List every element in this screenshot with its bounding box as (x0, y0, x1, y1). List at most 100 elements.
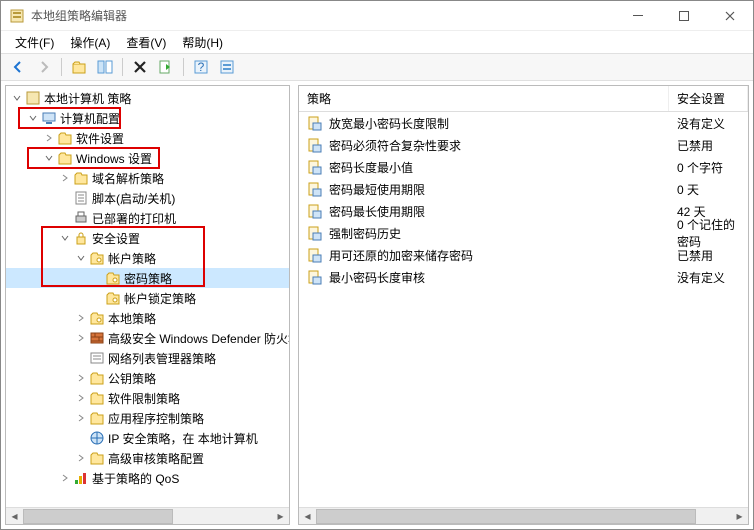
policy-icon (307, 269, 323, 285)
chevron-down-icon[interactable] (10, 91, 24, 105)
tree-printers[interactable]: 已部署的打印机 (6, 208, 289, 228)
minimize-button[interactable] (615, 1, 661, 31)
list-row[interactable]: 强制密码历史0 个记住的密码 (299, 222, 748, 244)
window-title: 本地组策略编辑器 (31, 7, 615, 24)
tree-label: 脚本(启动/关机) (92, 190, 285, 207)
folderkey-icon (105, 270, 121, 286)
policy-value: 已禁用 (669, 137, 748, 154)
tree-scripts[interactable]: 脚本(启动/关机) (6, 188, 289, 208)
policy-name: 密码必须符合复杂性要求 (329, 137, 461, 154)
chevron-right-icon[interactable] (74, 391, 88, 405)
list-hscrollbar[interactable]: ◂▸ (299, 507, 748, 524)
tree-label: 已部署的打印机 (92, 210, 285, 227)
tree-security-settings[interactable]: 安全设置 (6, 228, 289, 248)
col-setting[interactable]: 安全设置 (669, 86, 748, 111)
menu-view[interactable]: 查看(V) (118, 32, 174, 53)
policy-value: 0 个记住的密码 (669, 216, 748, 250)
tree-dns-policy[interactable]: 域名解析策略 (6, 168, 289, 188)
tree-srp[interactable]: 软件限制策略 (6, 388, 289, 408)
body: 本地计算机 策略计算机配置软件设置Windows 设置域名解析策略脚本(启动/关… (1, 81, 753, 529)
tree-local-policies[interactable]: 本地策略 (6, 308, 289, 328)
chevron-down-icon[interactable] (42, 151, 56, 165)
tree-windows-settings[interactable]: Windows 设置 (6, 148, 289, 168)
folderkey-icon (105, 290, 121, 306)
tree-qos[interactable]: 基于策略的 QoS (6, 468, 289, 488)
tree-label: 应用程序控制策略 (108, 410, 285, 427)
list-row[interactable]: 密码长度最小值0 个字符 (299, 156, 748, 178)
tree-label: 软件限制策略 (108, 390, 285, 407)
tree-label: 安全设置 (92, 230, 285, 247)
list-row[interactable]: 密码必须符合复杂性要求 已禁用 (299, 134, 748, 156)
policy-value: 没有定义 (669, 269, 748, 286)
toolbar-separator (183, 58, 184, 76)
chevron-right-icon[interactable] (74, 331, 88, 345)
folder-icon (73, 170, 89, 186)
chevron-right-icon[interactable] (58, 471, 72, 485)
list-body: 放宽最小密码长度限制没有定义密码必须符合复杂性要求 已禁用密码长度最小值0 个字符… (299, 112, 748, 507)
help-button[interactable] (216, 56, 238, 78)
tree-ipsec[interactable]: IP 安全策略，在 本地计算机 (6, 428, 289, 448)
app-window: 本地组策略编辑器 文件(F) 操作(A) 查看(V) 帮助(H) ? 本地计算机… (0, 0, 754, 530)
tree-audit[interactable]: 高级审核策略配置 (6, 448, 289, 468)
export-button[interactable] (155, 56, 177, 78)
tree-firewall[interactable]: 高级安全 Windows Defender 防火墙 (6, 328, 289, 348)
tree-hscrollbar[interactable]: ◂▸ (6, 507, 289, 524)
root-icon (25, 90, 41, 106)
policy-name: 用可还原的加密来储存密码 (329, 247, 473, 264)
chevron-right-icon[interactable] (74, 311, 88, 325)
chevron-right-icon[interactable] (58, 171, 72, 185)
toolbar-separator (122, 58, 123, 76)
up-button[interactable] (68, 56, 90, 78)
folder-icon (57, 130, 73, 146)
tree-account-policies[interactable]: 帐户策略 (6, 248, 289, 268)
tree-computer-config[interactable]: 计算机配置 (6, 108, 289, 128)
lock-icon (73, 230, 89, 246)
showhide-button[interactable] (94, 56, 116, 78)
policy-name: 密码最长使用期限 (329, 203, 425, 220)
folder-icon (89, 410, 105, 426)
chevron-down-icon[interactable] (58, 231, 72, 245)
tree-password-policy[interactable]: 密码策略 (6, 268, 289, 288)
back-button[interactable] (7, 56, 29, 78)
list-row[interactable]: 用可还原的加密来储存密码已禁用 (299, 244, 748, 266)
tree-label: 密码策略 (124, 270, 285, 287)
tree-root[interactable]: 本地计算机 策略 (6, 88, 289, 108)
policy-icon (307, 181, 323, 197)
chevron-down-icon[interactable] (26, 111, 40, 125)
toolbar: ? (1, 53, 753, 81)
tree-view[interactable]: 本地计算机 策略计算机配置软件设置Windows 设置域名解析策略脚本(启动/关… (6, 86, 289, 507)
tree-pubkey[interactable]: 公钥策略 (6, 368, 289, 388)
maximize-button[interactable] (661, 1, 707, 31)
delete-button[interactable] (129, 56, 151, 78)
close-button[interactable] (707, 1, 753, 31)
titlebar: 本地组策略编辑器 (1, 1, 753, 31)
tree-software-settings[interactable]: 软件设置 (6, 128, 289, 148)
list-pane: 策略 安全设置 放宽最小密码长度限制没有定义密码必须符合复杂性要求 已禁用密码长度… (298, 85, 749, 525)
computer-icon (41, 110, 57, 126)
list-row[interactable]: 放宽最小密码长度限制没有定义 (299, 112, 748, 134)
chevron-right-icon[interactable] (74, 451, 88, 465)
chevron-right-icon[interactable] (42, 131, 56, 145)
printer-icon (73, 210, 89, 226)
menu-help[interactable]: 帮助(H) (174, 32, 231, 53)
folderkey-icon (89, 310, 105, 326)
chevron-right-icon[interactable] (74, 371, 88, 385)
policy-icon (307, 137, 323, 153)
menubar: 文件(F) 操作(A) 查看(V) 帮助(H) (1, 31, 753, 53)
tree-nlm[interactable]: 网络列表管理器策略 (6, 348, 289, 368)
tree-appctl[interactable]: 应用程序控制策略 (6, 408, 289, 428)
folder-icon (89, 450, 105, 466)
chevron-right-icon[interactable] (74, 411, 88, 425)
col-policy[interactable]: 策略 (299, 86, 669, 111)
properties-button[interactable]: ? (190, 56, 212, 78)
forward-button[interactable] (33, 56, 55, 78)
menu-action[interactable]: 操作(A) (62, 32, 118, 53)
menu-file[interactable]: 文件(F) (7, 32, 62, 53)
policy-name: 密码最短使用期限 (329, 181, 425, 198)
chevron-down-icon[interactable] (74, 251, 88, 265)
list-row[interactable]: 最小密码长度审核没有定义 (299, 266, 748, 288)
folder-icon (89, 390, 105, 406)
tree-account-lockout[interactable]: 帐户锁定策略 (6, 288, 289, 308)
wall-icon (89, 330, 105, 346)
list-row[interactable]: 密码最短使用期限0 天 (299, 178, 748, 200)
